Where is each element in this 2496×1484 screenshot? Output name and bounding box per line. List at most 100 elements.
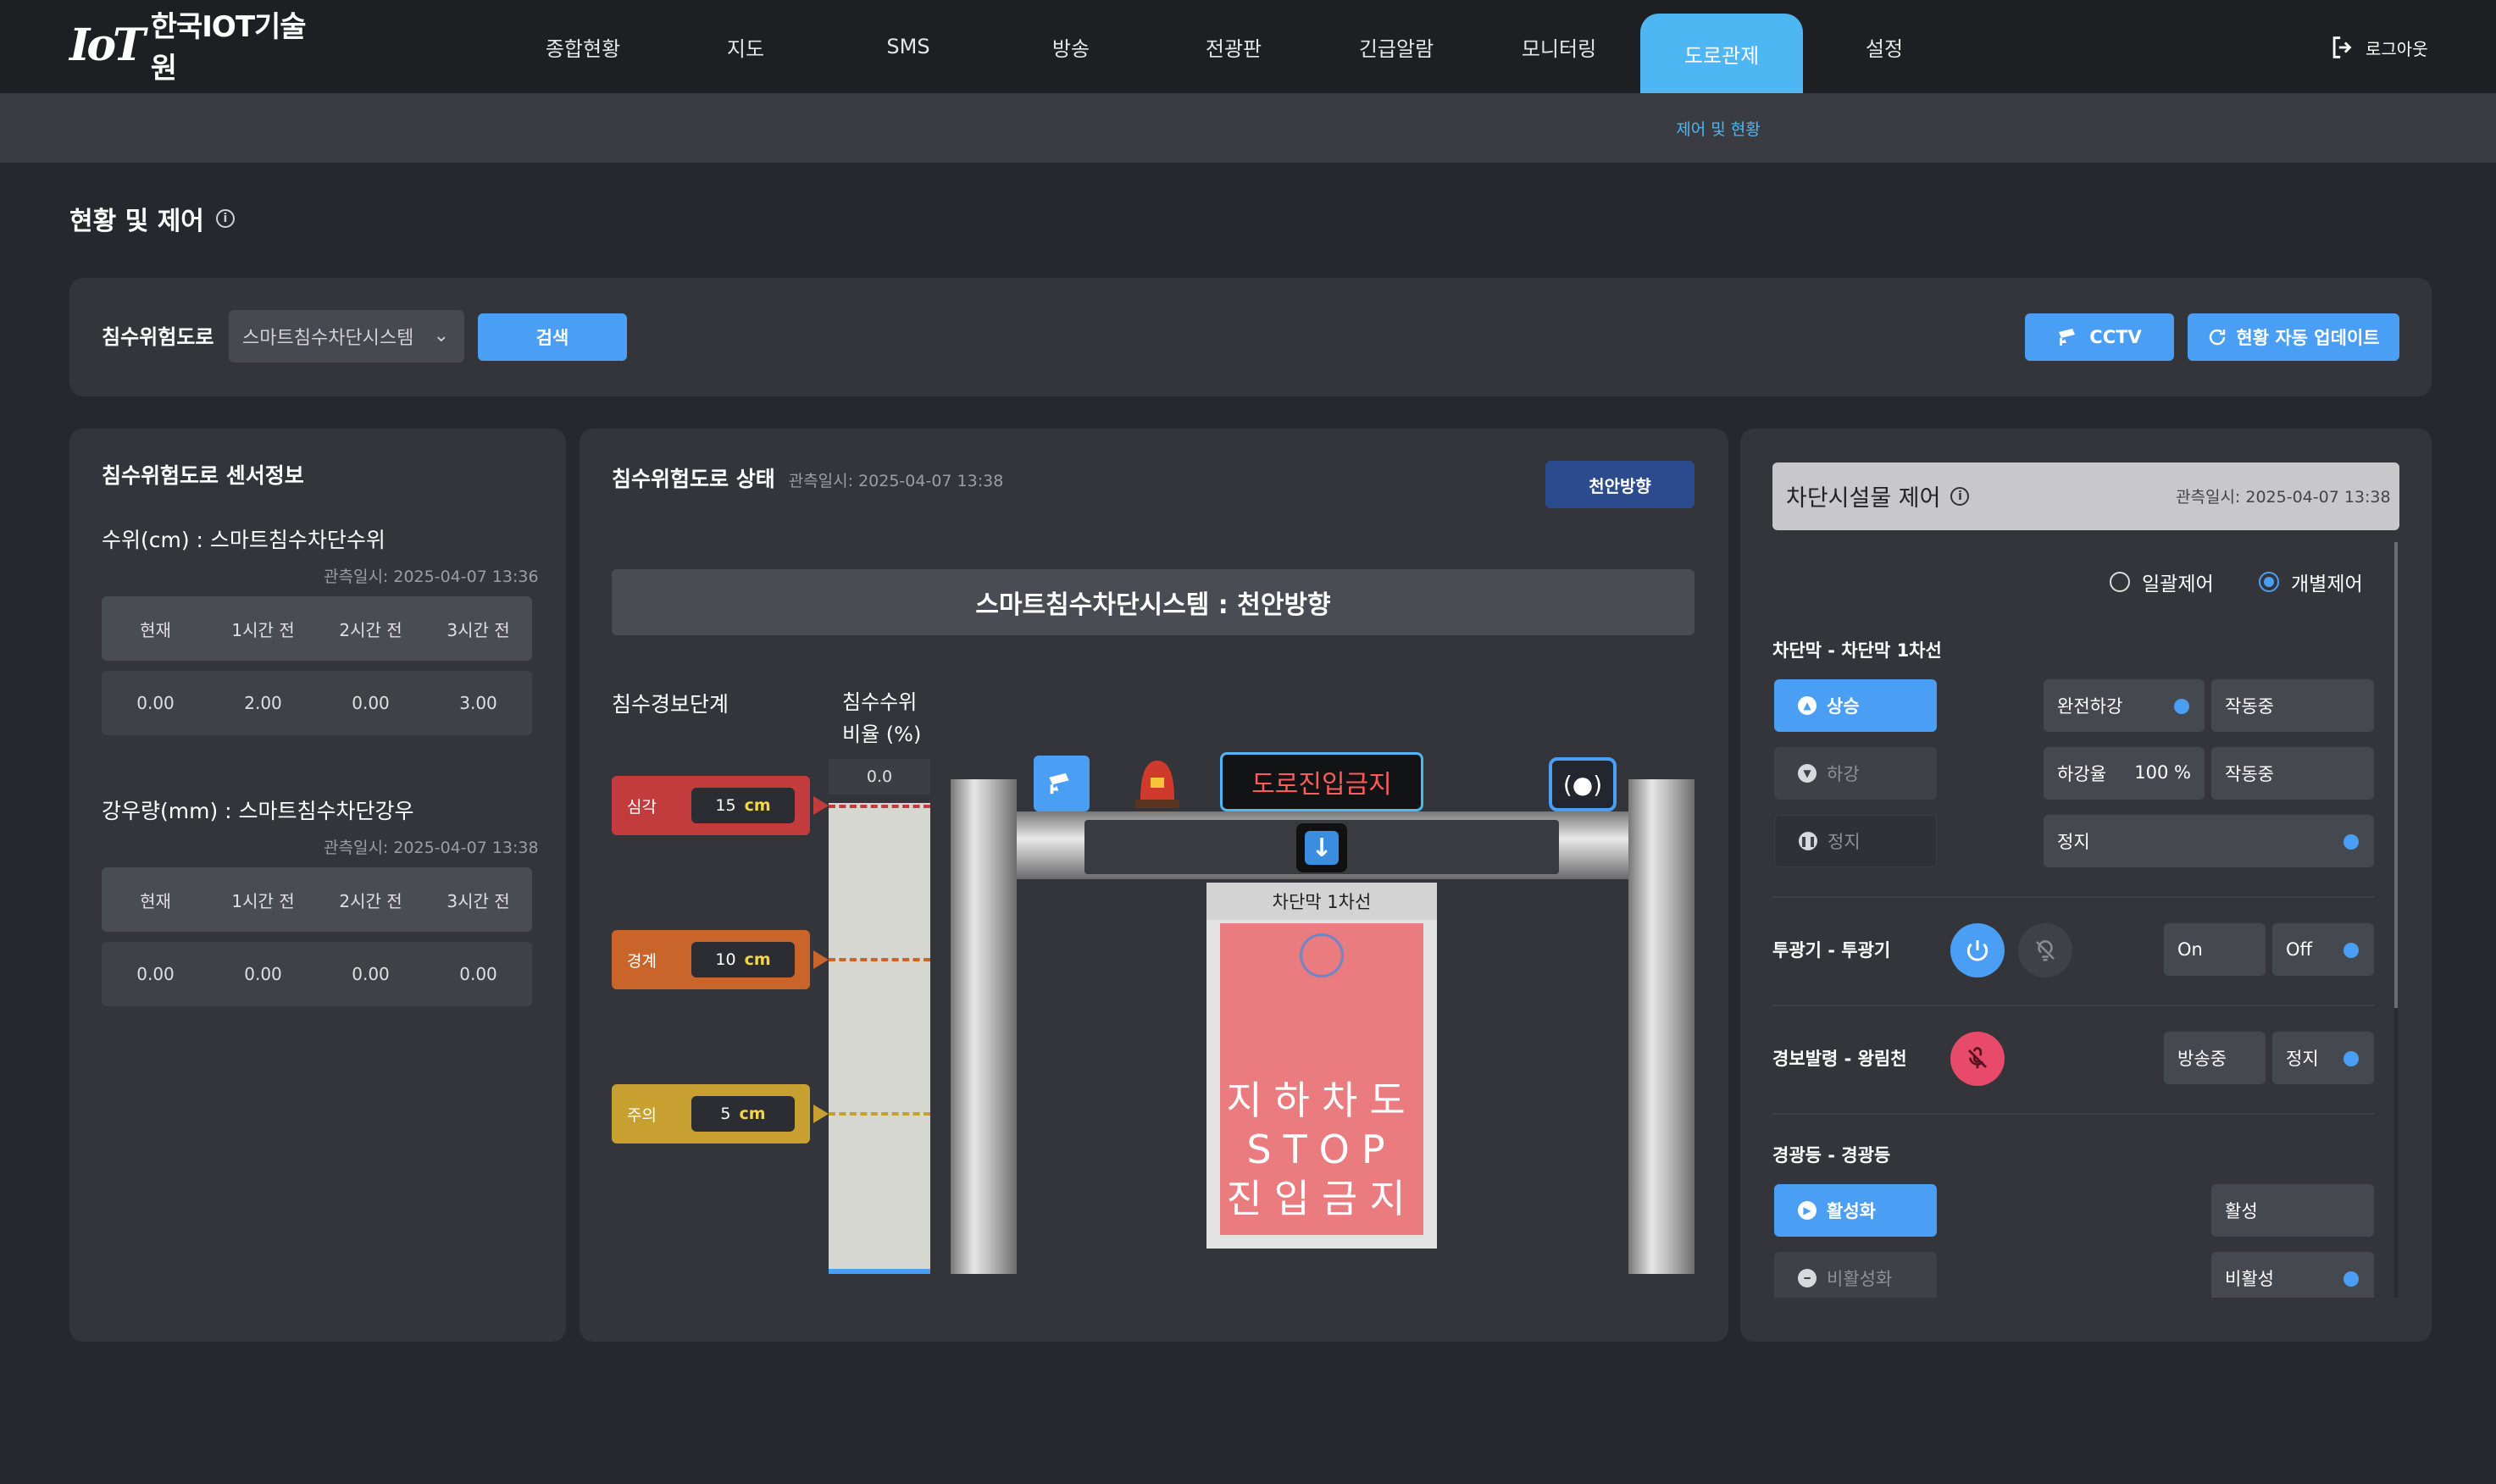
mode-radio-individual[interactable]: 개별제어 bbox=[2259, 568, 2363, 596]
info-icon[interactable]: i bbox=[1950, 486, 1970, 506]
barrier-stop-state: 정지 bbox=[2044, 815, 2374, 867]
cctv-button[interactable]: CCTV bbox=[2025, 313, 2174, 361]
triangle-up-icon: ▲ bbox=[1798, 696, 1817, 715]
cctv-icon bbox=[1049, 772, 1069, 795]
radio-button[interactable] bbox=[2110, 572, 2130, 592]
play-icon: ▶ bbox=[1798, 1201, 1817, 1220]
nav-item-emergency-alarm[interactable]: 긴급알람 bbox=[1315, 0, 1478, 93]
table-header-cell: 2시간 전 bbox=[339, 890, 402, 911]
sensor-info-title: 침수위험도로 센서정보 bbox=[102, 463, 304, 488]
level-warning: 경계 10 cm bbox=[612, 930, 829, 989]
table-header-cell: 현재 bbox=[140, 890, 171, 911]
nav-item-road-control[interactable]: 도로관제 bbox=[1640, 14, 1803, 93]
status-indicator-dot bbox=[2343, 834, 2359, 850]
level-caution: 주의 5 cm bbox=[612, 1084, 829, 1143]
nav-item-monitoring[interactable]: 모니터링 bbox=[1478, 0, 1640, 93]
gate-left-pole bbox=[951, 779, 1017, 1274]
barrier-down-button[interactable]: ▼ 하강 bbox=[1774, 747, 1937, 800]
off-label: Off bbox=[2286, 939, 2312, 960]
road-status-title: 침수위험도로 상태 bbox=[612, 467, 775, 491]
system-banner: 스마트침수차단시스템 : 천안방향 bbox=[612, 569, 1695, 635]
search-button[interactable]: 검색 bbox=[478, 313, 627, 361]
water-level-title: 수위(cm) : 스마트침수차단수위 bbox=[102, 528, 385, 552]
status-indicator-dot bbox=[2343, 1051, 2359, 1066]
triangle-down-icon: ▼ bbox=[1798, 764, 1817, 783]
direction-button[interactable]: 천안방향 bbox=[1545, 461, 1695, 508]
curtain-text-line: 지하차도 bbox=[1226, 1077, 1417, 1123]
alarm-section-title: 경보발령 - 왕림천 bbox=[1772, 1049, 1907, 1069]
barrier-stop-button[interactable]: ❚❚ 정지 bbox=[1774, 815, 1937, 867]
alarm-stop-status: 정지 bbox=[2272, 1032, 2374, 1084]
facility-control-title-text: 차단시설물 제어 bbox=[1786, 485, 1941, 512]
level-name: 심각 bbox=[627, 797, 657, 817]
pause-icon: ❚❚ bbox=[1799, 832, 1817, 850]
warning-light-inactive-clip: 비활성 bbox=[2211, 1252, 2374, 1298]
facility-control-timestamp: 관측일시: 2025-04-07 13:38 bbox=[2176, 488, 2391, 507]
arrow-down-icon: ↓ bbox=[1305, 831, 1339, 865]
level-value: 10 bbox=[715, 950, 736, 969]
mode-radio-label: 일괄제어 bbox=[2142, 573, 2214, 595]
water-level-table-row: 0.00 2.00 0.00 3.00 bbox=[102, 671, 532, 735]
logout-icon bbox=[2332, 36, 2352, 58]
critical-threshold-line bbox=[829, 805, 930, 808]
curtain-ring-icon bbox=[1300, 933, 1344, 977]
light-off-icon bbox=[2036, 940, 2055, 961]
filter-label: 침수위험도로 bbox=[102, 325, 214, 349]
nav-item-broadcast[interactable]: 방송 bbox=[990, 0, 1152, 93]
level-pointer bbox=[813, 1105, 829, 1123]
floodlight-power-button[interactable] bbox=[1950, 923, 2005, 977]
alarm-broadcasting-status: 방송중 bbox=[2164, 1032, 2266, 1084]
siren-light-icon bbox=[1132, 752, 1183, 811]
floodlight-on-status: On bbox=[2164, 923, 2266, 976]
barrier-down-label: 하강 bbox=[1827, 764, 1860, 784]
barrier-up-button[interactable]: ▲ 상승 bbox=[1774, 679, 1937, 732]
water-ratio-value: 0.0 bbox=[829, 759, 930, 795]
scrollbar-thumb[interactable] bbox=[2394, 542, 2398, 1008]
logout-button[interactable]: 로그아웃 bbox=[2328, 30, 2428, 64]
warning-light-section-title: 경광등 - 경광등 bbox=[1772, 1145, 1891, 1166]
barrier-lane-label: 차단막 1차선 bbox=[1206, 883, 1437, 920]
level-unit: cm bbox=[739, 1105, 766, 1123]
mode-radio-label: 개별제어 bbox=[2291, 573, 2363, 595]
nav-item-sms[interactable]: SMS bbox=[827, 0, 990, 93]
rate-label: 하강율 bbox=[2057, 764, 2106, 784]
barrier-state-operating: 작동중 bbox=[2211, 679, 2374, 732]
floodlight-section-title: 투광기 - 투광기 bbox=[1772, 940, 1891, 961]
warning-light-active-status: 활성 bbox=[2211, 1184, 2374, 1237]
barrier-state-operating-2: 작동중 bbox=[2211, 747, 2374, 800]
rainfall-table-header: 현재 1시간 전 2시간 전 3시간 전 bbox=[102, 867, 532, 932]
gate-cctv[interactable] bbox=[1034, 756, 1090, 811]
nav-item-dashboard[interactable]: 종합현황 bbox=[502, 0, 664, 93]
alert-stage-title: 침수경보단계 bbox=[612, 692, 729, 717]
alarm-speaker[interactable]: (●) bbox=[1549, 757, 1617, 811]
nav-item-settings[interactable]: 설정 bbox=[1803, 0, 1966, 93]
subnav-control-status[interactable]: 제어 및 현황 bbox=[1635, 93, 1801, 163]
rainfall-timestamp: 관측일시: 2025-04-07 13:38 bbox=[324, 839, 539, 857]
floodlight-off-status: Off bbox=[2272, 923, 2374, 976]
water-ratio-title-line2: 비율 (%) bbox=[842, 723, 922, 746]
nav-item-map[interactable]: 지도 bbox=[664, 0, 827, 93]
level-critical: 심각 15 cm bbox=[612, 776, 829, 835]
radio-button[interactable] bbox=[2259, 572, 2279, 592]
table-cell: 0.00 bbox=[244, 964, 282, 984]
level-pointer bbox=[813, 796, 829, 815]
info-icon[interactable]: i bbox=[215, 209, 235, 228]
auto-update-button[interactable]: 현황 자동 업데이트 bbox=[2188, 313, 2399, 361]
refresh-icon bbox=[2210, 329, 2226, 346]
nav-item-display-board[interactable]: 전광판 bbox=[1152, 0, 1315, 93]
caution-threshold-line bbox=[829, 1112, 930, 1116]
status-indicator-dot bbox=[2343, 1271, 2359, 1287]
mode-radio-all[interactable]: 일괄제어 bbox=[2110, 568, 2214, 596]
brand-logo[interactable]: IoT 한국IOT기술원 bbox=[69, 10, 315, 86]
road-select[interactable]: 스마트침수차단시스템 ⌄ bbox=[229, 310, 464, 363]
section-divider bbox=[1772, 1005, 2374, 1006]
floodlight-off-button[interactable] bbox=[2018, 923, 2072, 977]
cctv-icon bbox=[2059, 329, 2076, 346]
curtain-text-line: STOP bbox=[1246, 1127, 1397, 1172]
warning-light-deactivate-button[interactable]: ━ 비활성화 bbox=[1774, 1252, 1937, 1298]
auto-update-label: 현황 자동 업데이트 bbox=[2236, 328, 2380, 348]
inactive-label: 비활성 bbox=[2225, 1269, 2274, 1289]
warning-light-activate-button[interactable]: ▶ 활성화 bbox=[1774, 1184, 1937, 1237]
section-divider bbox=[1772, 896, 2374, 898]
alarm-mute-button[interactable] bbox=[1950, 1032, 2005, 1086]
